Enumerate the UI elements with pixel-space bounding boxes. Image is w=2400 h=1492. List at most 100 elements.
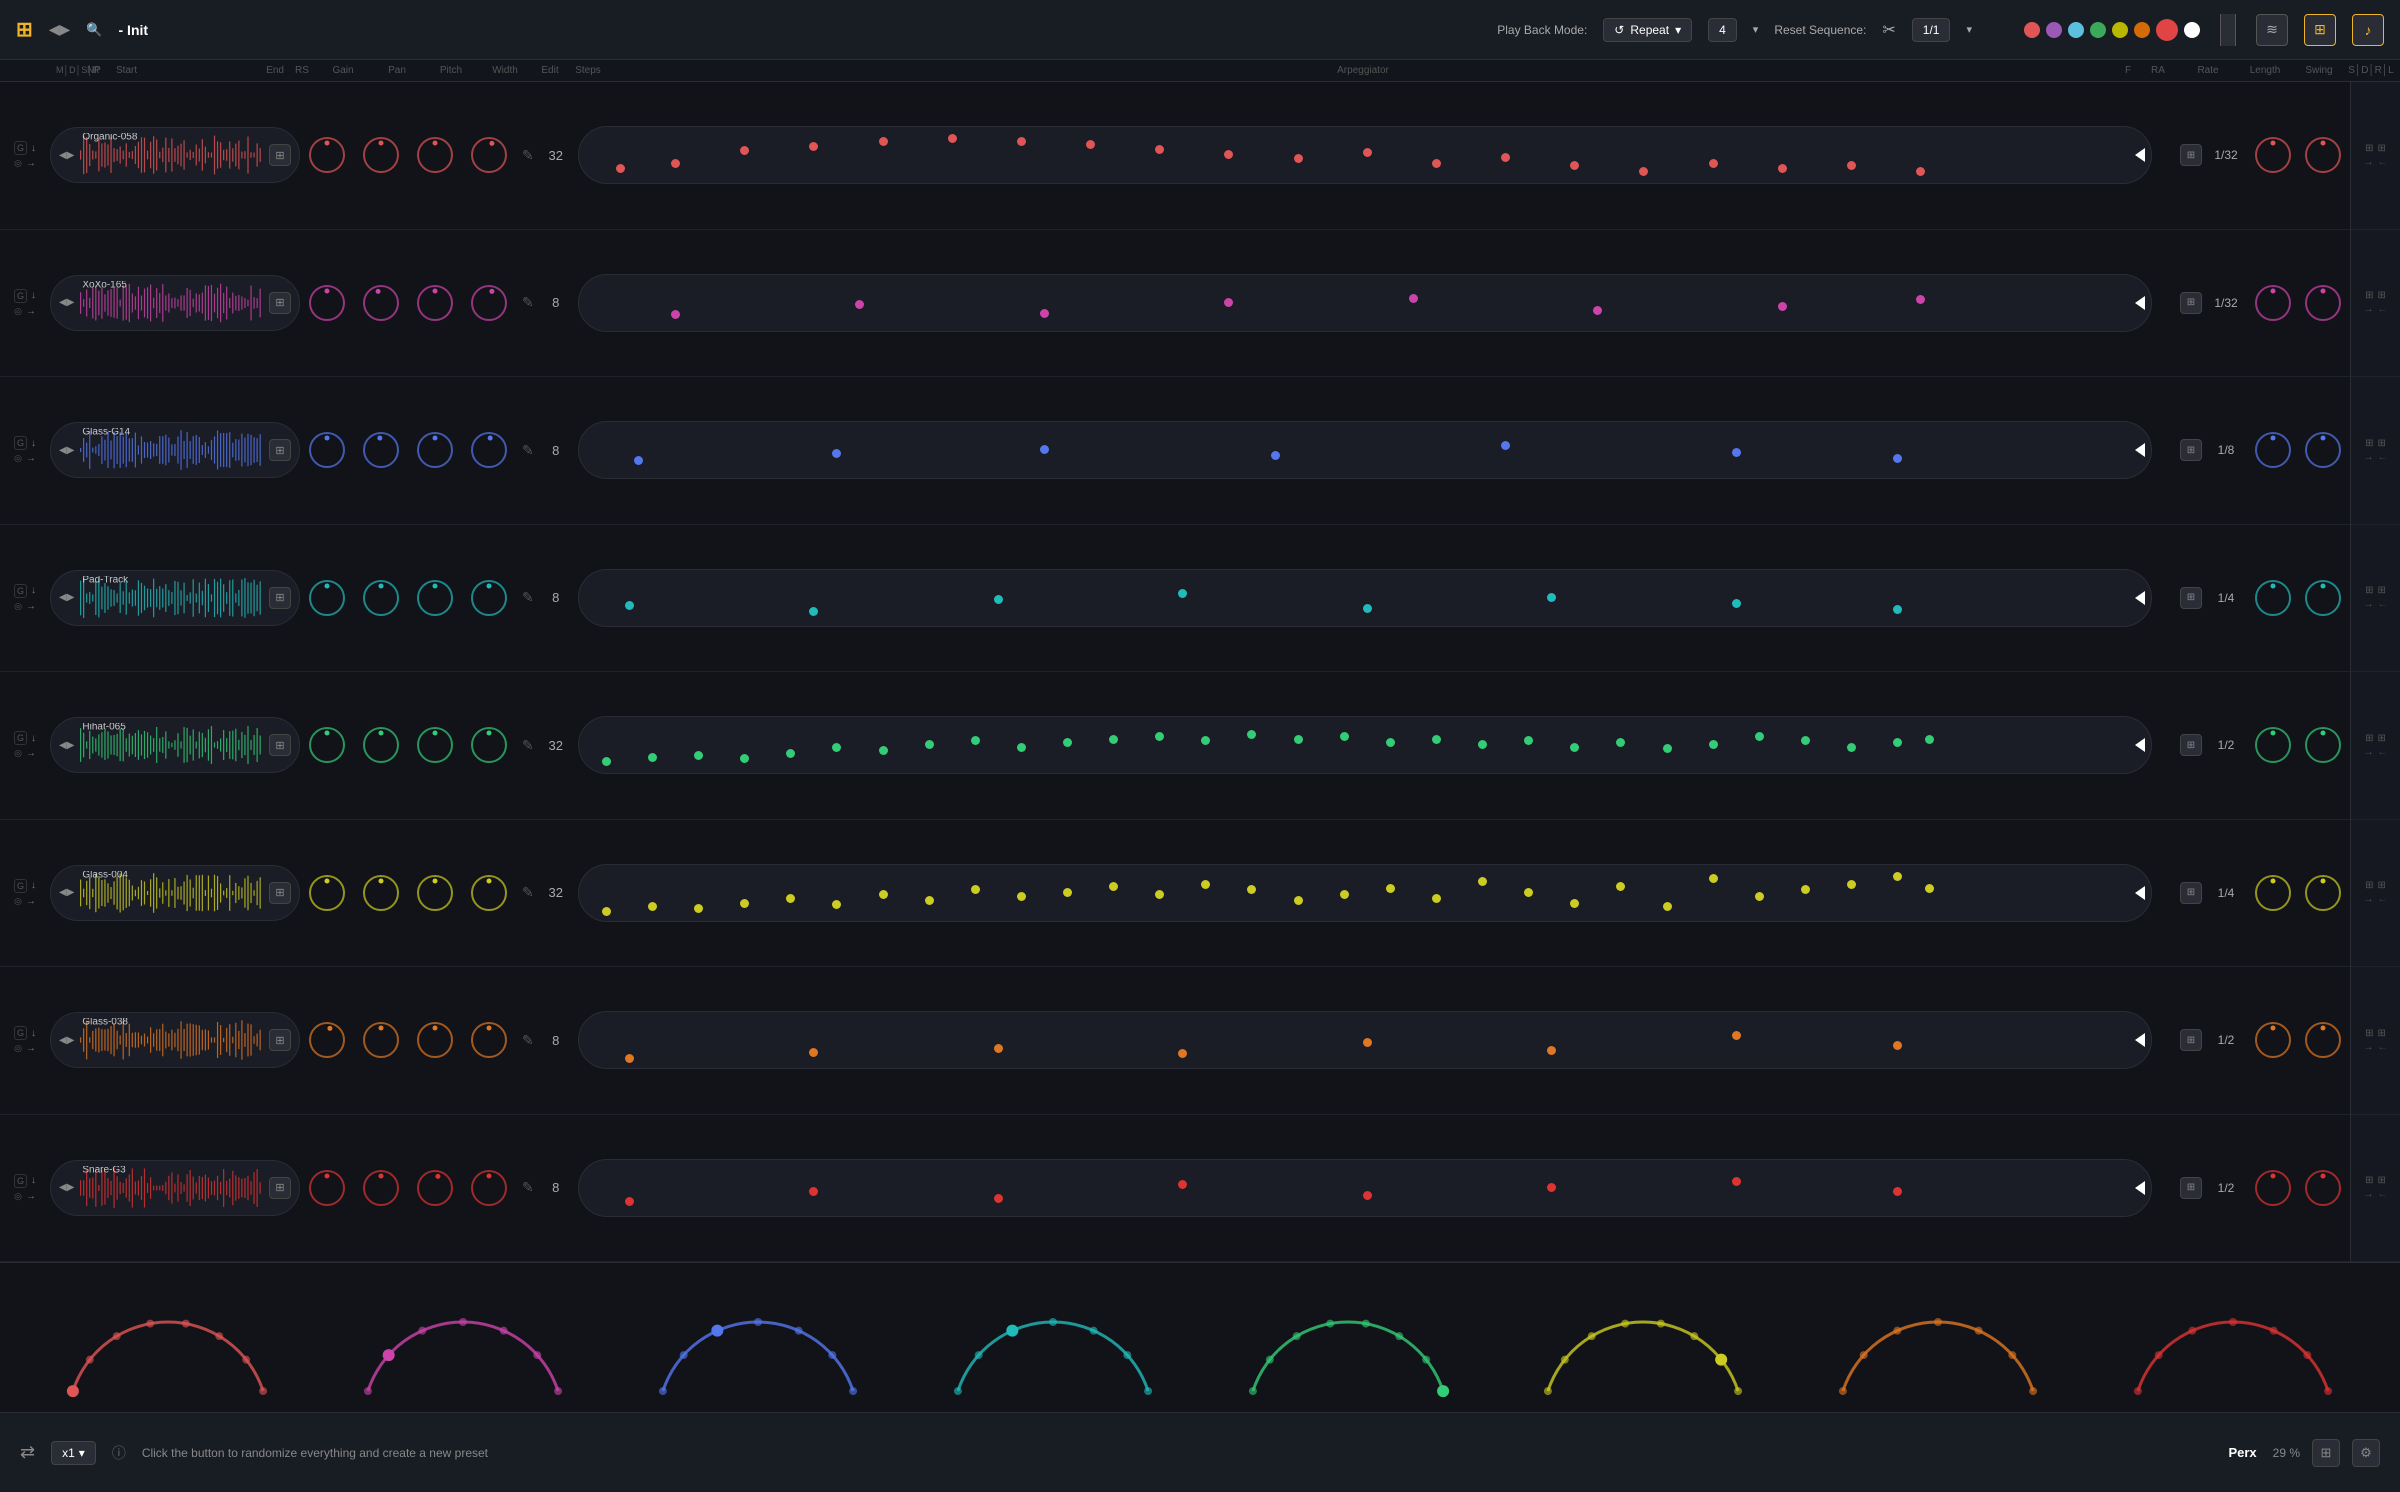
width-knob[interactable] (470, 1169, 508, 1207)
shuffle-icon[interactable]: ⇄ (20, 1442, 35, 1463)
gain-knob[interactable] (308, 1021, 346, 1059)
right-arrow-btn[interactable]: → (2364, 452, 2374, 463)
color-dot-orange[interactable] (2134, 22, 2150, 38)
pan-knob[interactable] (362, 1169, 400, 1207)
track-random-btn[interactable]: ⊞ (269, 1177, 291, 1199)
right-arrow[interactable]: → (26, 306, 36, 317)
gain-knob[interactable] (308, 726, 346, 764)
pitch-knob[interactable] (416, 726, 454, 764)
arc-item-4[interactable] (905, 1262, 1200, 1412)
track-random-btn[interactable]: ⊞ (269, 144, 291, 166)
right-arrow-btn2[interactable]: ← (2378, 894, 2388, 905)
right-arrow-btn[interactable]: → (2364, 747, 2374, 758)
ra-grid-btn[interactable]: ⊞ (2180, 1029, 2202, 1051)
width-knob[interactable] (470, 284, 508, 322)
mute-btn[interactable]: G (14, 436, 27, 450)
gain-knob[interactable] (308, 579, 346, 617)
ra-grid-btn[interactable]: ⊞ (2180, 587, 2202, 609)
track-nav-arrows[interactable]: ◀▶ (59, 592, 74, 603)
arc-item-5[interactable] (1200, 1262, 1495, 1412)
right-arrow-btn2[interactable]: ← (2378, 599, 2388, 610)
right-arrow[interactable]: → (26, 158, 36, 169)
mute-btn[interactable]: G (14, 1026, 27, 1040)
ra-grid-btn[interactable]: ⊞ (2180, 734, 2202, 756)
pan-knob[interactable] (362, 136, 400, 174)
mute-btn[interactable]: G (14, 141, 27, 155)
pitch-knob[interactable] (416, 431, 454, 469)
color-dot-white[interactable] (2184, 22, 2200, 38)
pitch-knob[interactable] (416, 136, 454, 174)
ra-grid-btn[interactable]: ⊞ (2180, 1177, 2202, 1199)
mute-btn[interactable]: G (14, 879, 27, 893)
headphones-icon[interactable]: ◎ (14, 158, 22, 169)
arpeggiator-3[interactable] (578, 421, 2152, 479)
ra-grid-btn[interactable]: ⊞ (2180, 144, 2202, 166)
right-arrow-btn[interactable]: → (2364, 157, 2374, 168)
arc-item-6[interactable] (1495, 1262, 1790, 1412)
swing-knob[interactable] (2304, 136, 2342, 174)
gain-knob[interactable] (308, 136, 346, 174)
swing-knob[interactable] (2304, 431, 2342, 469)
length-knob[interactable] (2254, 1169, 2292, 1207)
headphones-icon[interactable]: ◎ (14, 306, 22, 317)
pitch-knob[interactable] (416, 579, 454, 617)
mute-btn[interactable]: G (14, 289, 27, 303)
track-random-btn[interactable]: ⊞ (269, 439, 291, 461)
right-arrow[interactable]: → (26, 748, 36, 759)
pitch-knob[interactable] (416, 284, 454, 322)
headphones-icon[interactable]: ◎ (14, 453, 22, 464)
gain-knob[interactable] (308, 431, 346, 469)
arpeggiator-1[interactable] (578, 126, 2152, 184)
track-random-btn[interactable]: ⊞ (269, 1029, 291, 1051)
right-grid-icon[interactable]: ⊞ (2365, 143, 2373, 154)
pitch-knob[interactable] (416, 1169, 454, 1207)
right-grid-icon2[interactable]: ⊞ (2378, 733, 2386, 744)
right-grid-icon2[interactable]: ⊞ (2378, 585, 2386, 596)
down-arrow[interactable]: ↓ (31, 880, 36, 891)
right-arrow-btn2[interactable]: ← (2378, 1189, 2388, 1200)
playback-number[interactable]: 4 (1708, 18, 1737, 42)
track-nav-arrows[interactable]: ◀▶ (59, 1182, 74, 1193)
music-icon-btn[interactable]: ♪ (2352, 14, 2384, 46)
width-knob[interactable] (470, 874, 508, 912)
width-knob[interactable] (470, 136, 508, 174)
right-arrow-btn2[interactable]: ← (2378, 157, 2388, 168)
edit-icon[interactable]: ✎ (516, 1032, 540, 1049)
pan-knob[interactable] (362, 284, 400, 322)
right-arrow-btn2[interactable]: ← (2378, 1042, 2388, 1053)
grid-settings-btn[interactable]: ⊞ (2312, 1439, 2340, 1467)
length-knob[interactable] (2254, 1021, 2292, 1059)
arpeggiator-2[interactable] (578, 274, 2152, 332)
track-nav-arrows[interactable]: ◀▶ (59, 297, 74, 308)
arc-item-8[interactable] (2085, 1262, 2380, 1412)
track-random-btn[interactable]: ⊞ (269, 292, 291, 314)
headphones-icon[interactable]: ◎ (14, 896, 22, 907)
track-nav-arrows[interactable]: ◀▶ (59, 150, 74, 161)
swing-knob[interactable] (2304, 579, 2342, 617)
swing-knob[interactable] (2304, 284, 2342, 322)
right-grid-icon2[interactable]: ⊞ (2378, 880, 2386, 891)
length-knob[interactable] (2254, 136, 2292, 174)
track-nav-arrows[interactable]: ◀▶ (59, 445, 74, 456)
right-arrow-btn2[interactable]: ← (2378, 747, 2388, 758)
track-nav-arrows[interactable]: ◀▶ (59, 740, 74, 751)
track-random-btn[interactable]: ⊞ (269, 734, 291, 756)
arpeggiator-8[interactable] (578, 1159, 2152, 1217)
swing-knob[interactable] (2304, 1169, 2342, 1207)
gain-knob[interactable] (308, 284, 346, 322)
down-arrow[interactable]: ↓ (31, 733, 36, 744)
swing-knob[interactable] (2304, 874, 2342, 912)
down-arrow[interactable]: ↓ (31, 290, 36, 301)
x1-button[interactable]: x1 ▾ (51, 1441, 96, 1465)
color-dot-cyan[interactable] (2068, 22, 2084, 38)
right-arrow-btn[interactable]: → (2364, 1189, 2374, 1200)
mute-btn[interactable]: G (14, 731, 27, 745)
color-dot-green[interactable] (2090, 22, 2106, 38)
track-random-btn[interactable]: ⊞ (269, 882, 291, 904)
swing-knob[interactable] (2304, 1021, 2342, 1059)
edit-icon[interactable]: ✎ (516, 147, 540, 164)
search-icon[interactable]: 🔍 (86, 22, 102, 38)
color-dot-red[interactable] (2024, 22, 2040, 38)
headphones-icon[interactable]: ◎ (14, 601, 22, 612)
width-knob[interactable] (470, 579, 508, 617)
